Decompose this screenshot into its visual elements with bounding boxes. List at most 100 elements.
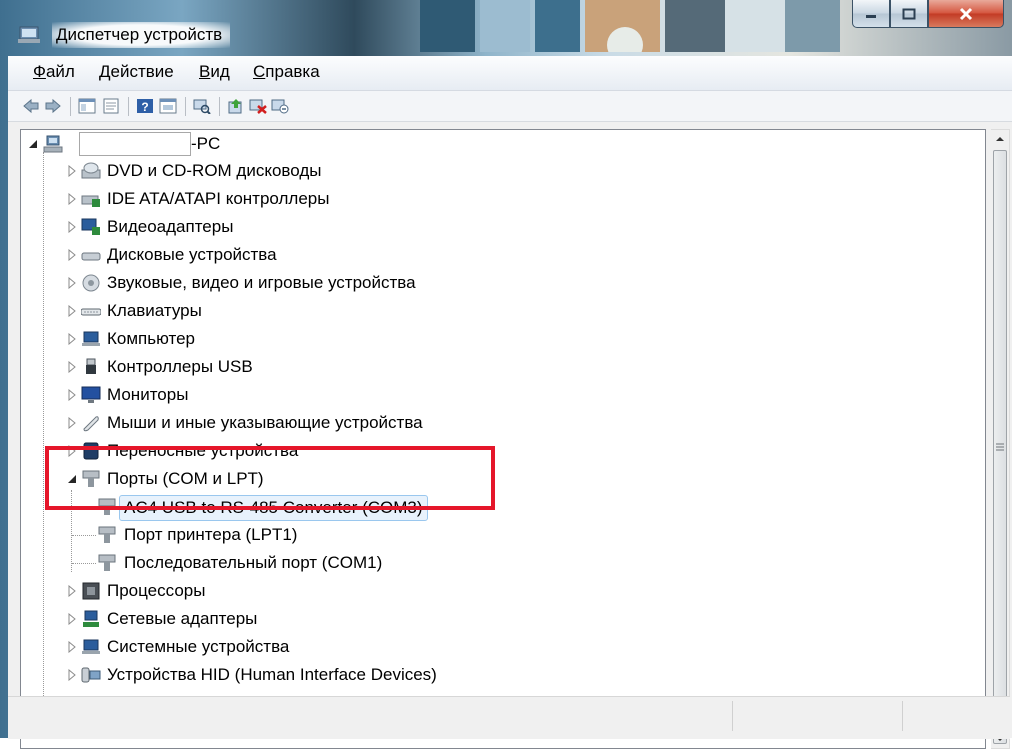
uninstall-device-icon[interactable] bbox=[271, 98, 289, 114]
tree-root-label: -PC bbox=[191, 134, 221, 153]
help-icon[interactable]: ? bbox=[136, 98, 154, 114]
show-hide-tree-icon[interactable] bbox=[78, 98, 96, 114]
tree-item-ide[interactable]: IDE ATA/ATAPI контроллеры bbox=[21, 185, 981, 213]
tree-item-monitors[interactable]: Мониторы bbox=[21, 381, 981, 409]
expand-arrow-icon[interactable] bbox=[66, 249, 78, 261]
tree-connector bbox=[72, 563, 96, 564]
tree-item-label: Устройства HID (Human Interface Devices) bbox=[107, 665, 437, 684]
expand-arrow-icon[interactable] bbox=[66, 193, 78, 205]
expand-arrow-icon[interactable] bbox=[66, 389, 78, 401]
scrollbar-thumb[interactable] bbox=[993, 150, 1007, 744]
tree-item-label: Звуковые, видео и игровые устройства bbox=[107, 273, 416, 292]
menu-help[interactable]: Справка bbox=[253, 62, 320, 82]
expand-arrow-icon[interactable] bbox=[66, 277, 78, 289]
tree-item-network[interactable]: Сетевые адаптеры bbox=[21, 605, 981, 633]
expand-arrow-icon[interactable] bbox=[66, 641, 78, 653]
redacted-computer-name bbox=[79, 132, 191, 156]
toolbar-separator bbox=[219, 97, 220, 116]
tree-item-mice[interactable]: Мыши и иные указывающие устройства bbox=[21, 409, 981, 437]
expand-arrow-icon[interactable] bbox=[66, 165, 78, 177]
menu-file[interactable]: Файл bbox=[33, 62, 75, 82]
menu-bar: Файл Действие Вид Справка bbox=[8, 56, 1012, 91]
tree-item-display[interactable]: Видеоадаптеры bbox=[21, 213, 981, 241]
tree-item-dvd[interactable]: DVD и CD-ROM дисководы bbox=[21, 157, 981, 185]
maximize-button[interactable] bbox=[890, 0, 928, 28]
port-icon bbox=[98, 526, 116, 543]
collapse-arrow-icon[interactable] bbox=[27, 138, 39, 150]
port-icon bbox=[98, 554, 116, 571]
svg-text:?: ? bbox=[141, 100, 148, 114]
expand-arrow-icon[interactable] bbox=[66, 585, 78, 597]
tree-item-label: Системные устройства bbox=[107, 637, 290, 656]
menu-action[interactable]: Действие bbox=[99, 62, 174, 82]
device-tree: -PC DVD и CD-ROM дисководы IDE ATA/ATAPI… bbox=[20, 129, 986, 749]
expand-arrow-icon[interactable] bbox=[66, 305, 78, 317]
hid-device-icon bbox=[81, 667, 101, 683]
forward-icon[interactable] bbox=[44, 98, 62, 114]
tree-item-label: Клавиатуры bbox=[107, 301, 202, 320]
tree-item-computer[interactable]: Компьютер bbox=[21, 325, 981, 353]
tree-item-usb[interactable]: Контроллеры USB bbox=[21, 353, 981, 381]
tree-item-label: Дисковые устройства bbox=[107, 245, 277, 264]
expand-arrow-icon[interactable] bbox=[66, 361, 78, 373]
menu-view[interactable]: Вид bbox=[199, 62, 230, 82]
vertical-scrollbar[interactable] bbox=[991, 129, 1010, 749]
expand-arrow-icon[interactable] bbox=[66, 333, 78, 345]
computer-icon bbox=[82, 331, 100, 346]
properties-icon[interactable] bbox=[102, 98, 120, 114]
action-view-icon[interactable] bbox=[159, 98, 177, 114]
tree-item-label: Процессоры bbox=[107, 581, 206, 600]
tree-item-label: Компьютер bbox=[107, 329, 195, 348]
network-adapter-icon bbox=[83, 610, 99, 627]
window-controls bbox=[852, 0, 1004, 30]
close-button[interactable] bbox=[928, 0, 1004, 28]
tree-item-processors[interactable]: Процессоры bbox=[21, 577, 981, 605]
display-adapter-icon bbox=[81, 218, 100, 235]
toolbar-separator bbox=[70, 97, 71, 116]
tree-item-disks[interactable]: Дисковые устройства bbox=[21, 241, 981, 269]
title-bar-background bbox=[420, 0, 840, 52]
tree-item-label: DVD и CD-ROM дисководы bbox=[107, 161, 322, 180]
tree-item-label: Контроллеры USB bbox=[107, 357, 253, 376]
expand-arrow-icon[interactable] bbox=[66, 613, 78, 625]
processor-icon bbox=[82, 582, 100, 600]
expand-arrow-icon[interactable] bbox=[66, 669, 78, 681]
status-bar-pane bbox=[902, 701, 963, 731]
client-area: Файл Действие Вид Справка ? -PC DVD и CD… bbox=[8, 56, 1012, 749]
minimize-button[interactable] bbox=[852, 0, 890, 28]
back-icon[interactable] bbox=[22, 98, 40, 114]
maximize-icon bbox=[902, 8, 916, 19]
highlight-box bbox=[45, 446, 495, 510]
expand-arrow-icon[interactable] bbox=[66, 221, 78, 233]
keyboard-icon bbox=[81, 308, 101, 316]
toolbar: ? bbox=[8, 91, 1012, 122]
device-manager-icon bbox=[18, 26, 40, 43]
toolbar-separator bbox=[185, 97, 186, 116]
tree-item-system[interactable]: Системные устройства bbox=[21, 633, 981, 661]
tree-root-row[interactable]: -PC bbox=[21, 130, 981, 158]
sound-device-icon bbox=[82, 274, 100, 292]
tree-item-label: Сетевые адаптеры bbox=[107, 609, 258, 628]
title-bar[interactable]: Диспетчер устройств bbox=[0, 0, 1012, 52]
scan-hardware-icon[interactable] bbox=[193, 98, 211, 114]
scroll-up-button[interactable] bbox=[991, 130, 1009, 148]
expand-arrow-icon[interactable] bbox=[66, 417, 78, 429]
tree-item-label: Мониторы bbox=[107, 385, 189, 404]
tree-item-label: Мыши и иные указывающие устройства bbox=[107, 413, 423, 432]
tree-item-hid[interactable]: Устройства HID (Human Interface Devices) bbox=[21, 661, 981, 689]
tree-item-label: Порт принтера (LPT1) bbox=[124, 525, 298, 544]
tree-item-com1[interactable]: Последовательный порт (COM1) bbox=[21, 549, 981, 577]
tree-item-sound[interactable]: Звуковые, видео и игровые устройства bbox=[21, 269, 981, 297]
tree-item-lpt1[interactable]: Порт принтера (LPT1) bbox=[21, 521, 981, 549]
tree-item-keyboards[interactable]: Клавиатуры bbox=[21, 297, 981, 325]
monitor-icon bbox=[81, 386, 101, 403]
disable-device-icon[interactable] bbox=[249, 98, 267, 114]
system-device-icon bbox=[82, 639, 100, 654]
computer-icon bbox=[43, 135, 63, 153]
tree-item-label: IDE ATA/ATAPI контроллеры bbox=[107, 189, 330, 208]
update-driver-icon[interactable] bbox=[227, 98, 245, 114]
mouse-icon bbox=[83, 416, 99, 432]
close-icon bbox=[959, 7, 973, 20]
ide-controller-icon bbox=[81, 195, 100, 207]
grip-icon bbox=[996, 443, 1004, 451]
